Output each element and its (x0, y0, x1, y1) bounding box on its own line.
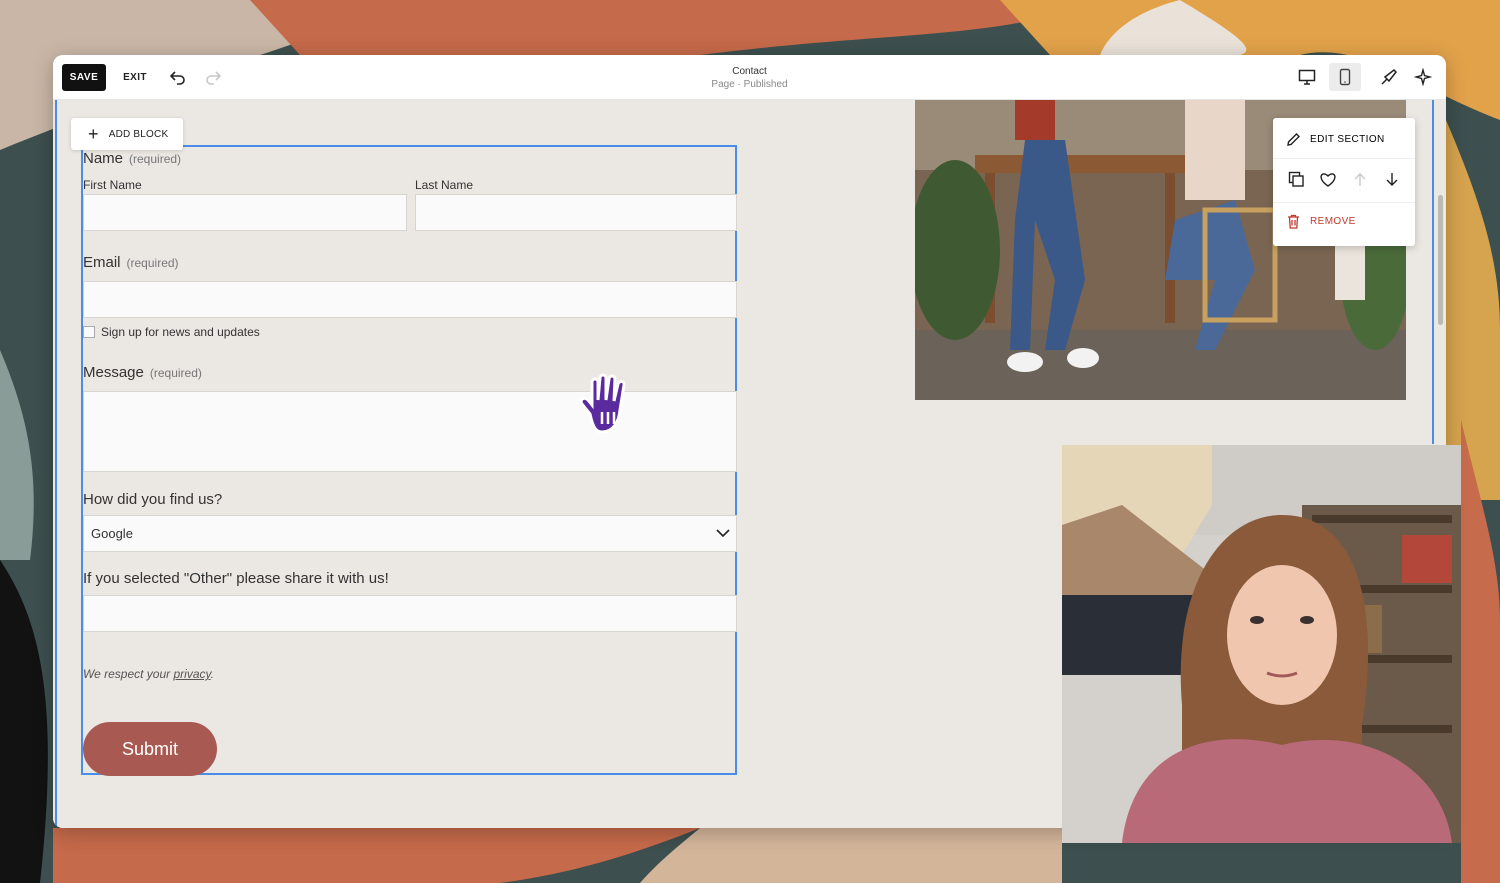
email-input[interactable] (83, 281, 737, 318)
exit-button[interactable]: EXIT (116, 64, 154, 91)
heart-icon[interactable] (1317, 168, 1339, 190)
privacy-note: We respect your privacy. (83, 667, 214, 681)
edit-section-label: EDIT SECTION (1310, 133, 1385, 145)
last-name-input[interactable] (415, 194, 737, 231)
other-input[interactable] (83, 595, 737, 632)
email-label-text: Email (83, 254, 121, 271)
chevron-down-icon (716, 526, 730, 541)
design-brush-icon[interactable] (1377, 65, 1401, 89)
source-select[interactable]: Google (83, 515, 737, 552)
privacy-link[interactable]: privacy (173, 667, 210, 681)
required-hint: (required) (149, 366, 202, 380)
scrollbar[interactable] (1438, 195, 1443, 325)
move-down-icon[interactable] (1381, 168, 1403, 190)
editor-toolbar: SAVE EXIT Contact Page · Published (53, 55, 1446, 100)
required-hint: (required) (129, 152, 182, 166)
required-hint: (required) (126, 256, 179, 270)
mobile-view-icon[interactable] (1329, 63, 1361, 91)
privacy-suffix: . (210, 667, 214, 681)
last-name-label: Last Name (415, 178, 474, 192)
menu-divider (1273, 202, 1415, 203)
first-name-label: First Name (83, 178, 142, 192)
add-block-label: ADD BLOCK (108, 128, 169, 140)
source-label: How did you find us? (83, 491, 223, 508)
page-name: Contact (732, 66, 767, 77)
undo-icon[interactable] (168, 67, 188, 87)
privacy-prefix: We respect your (83, 667, 174, 681)
menu-divider (1273, 158, 1415, 159)
section-border-left (55, 100, 57, 828)
redo-icon[interactable] (203, 67, 223, 87)
newsletter-checkbox[interactable] (83, 326, 95, 338)
name-label: Name (required) (83, 150, 181, 167)
edit-section-button[interactable]: EDIT SECTION (1273, 128, 1415, 150)
webcam-presenter-video (1062, 445, 1461, 843)
page-title: Contact Page · Published (653, 65, 846, 91)
save-button[interactable]: SAVE (62, 64, 106, 91)
remove-section-label: REMOVE (1310, 215, 1356, 227)
other-label: If you selected "Other" please share it … (83, 570, 389, 587)
message-label: Message (required) (83, 364, 202, 381)
source-selected-value: Google (91, 526, 133, 541)
plus-icon: + (88, 124, 99, 144)
newsletter-option: Sign up for news and updates (83, 325, 260, 339)
pencil-icon (1286, 132, 1301, 147)
form-block[interactable]: Name (required) First Name Last Name Emai… (81, 145, 737, 776)
add-block-button[interactable]: + ADD BLOCK (71, 118, 183, 150)
first-name-input[interactable] (83, 194, 407, 231)
duplicate-icon[interactable] (1285, 168, 1307, 190)
section-border-right (1432, 100, 1434, 444)
message-label-text: Message (83, 364, 144, 381)
section-toolbar: EDIT SECTION REMOVE (1273, 118, 1415, 246)
page-status: Page · Published (711, 79, 788, 90)
remove-section-button[interactable]: REMOVE (1273, 210, 1415, 232)
email-label: Email (required) (83, 254, 179, 271)
move-up-icon[interactable] (1349, 168, 1371, 190)
grab-hand-cursor-icon (572, 370, 644, 447)
newsletter-label: Sign up for news and updates (101, 325, 260, 339)
desktop-view-icon[interactable] (1293, 65, 1321, 89)
name-label-text: Name (83, 150, 124, 167)
sparkle-icon[interactable] (1411, 65, 1435, 89)
trash-icon (1287, 214, 1300, 229)
submit-button[interactable]: Submit (83, 722, 217, 776)
